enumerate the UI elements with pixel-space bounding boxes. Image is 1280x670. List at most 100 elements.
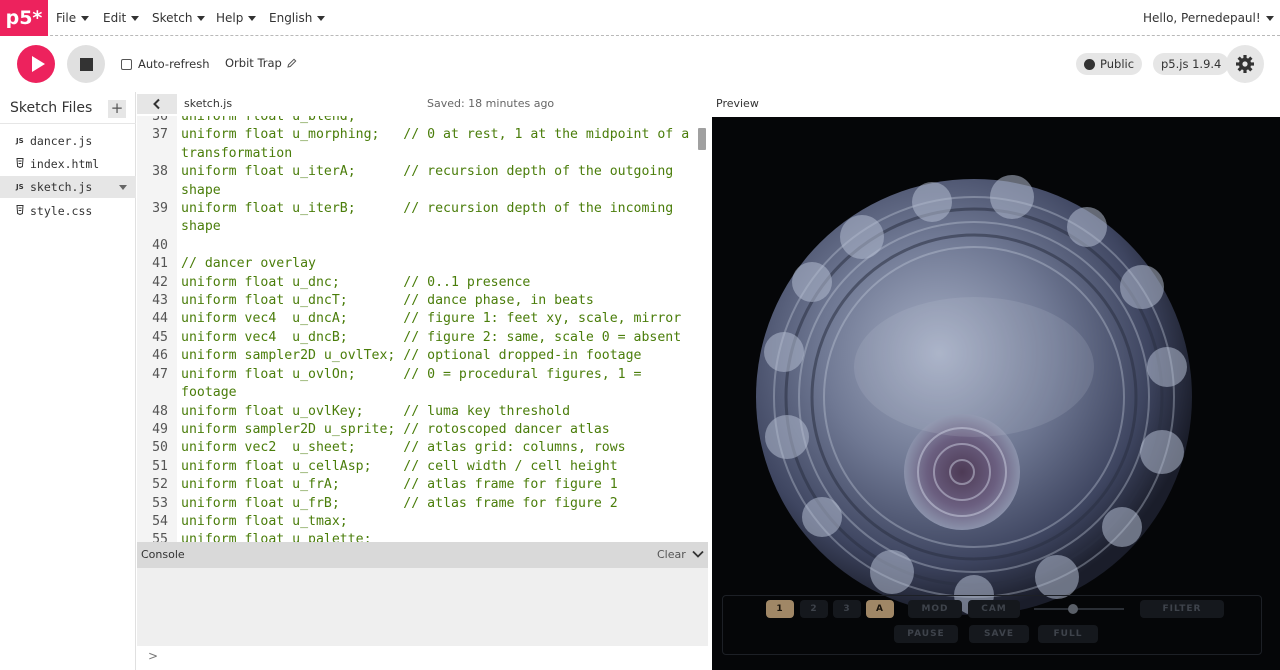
user-menu[interactable]: Hello, Pernedepaul! xyxy=(1143,0,1274,36)
code-text: uniform vec4 u_dncA; // figure 1: feet x… xyxy=(181,311,682,327)
sketch-name[interactable]: Orbit Trap xyxy=(225,56,298,70)
code-line[interactable]: 40 xyxy=(137,237,708,255)
preview-canvas[interactable]: 1 2 3 A MOD CAM FILTER PAUSE SAVE FULL xyxy=(712,117,1280,670)
chevron-down-icon xyxy=(1265,15,1274,21)
code-line[interactable]: 50 uniform vec2 u_sheet; // atlas grid: c… xyxy=(137,439,708,457)
code-line[interactable]: 43 uniform float u_dncT; // dance phase, … xyxy=(137,292,708,310)
code-line[interactable]: 39 uniform float u_iterB; // recursion de… xyxy=(137,200,708,237)
code-line[interactable]: 36 uniform float u_blend; xyxy=(137,116,708,126)
code-line[interactable]: 48 uniform float u_ovlKey; // luma key th… xyxy=(137,403,708,421)
gear-icon xyxy=(1236,55,1254,73)
line-number: 55 xyxy=(152,532,168,542)
hud-slider-track[interactable] xyxy=(1034,608,1124,610)
code-line[interactable]: 54 uniform float u_tmax; xyxy=(137,513,708,531)
code-text: uniform vec2 u_sheet; // atlas grid: col… xyxy=(181,440,626,456)
code-text: uniform float u_ovlKey; // luma key thre… xyxy=(181,403,571,419)
code-text: uniform float u_dncT; // dance phase, in… xyxy=(181,293,594,309)
code-line[interactable]: 49 uniform sampler2D u_sprite; // rotosco… xyxy=(137,421,708,439)
auto-refresh-toggle[interactable]: Auto-refresh xyxy=(121,57,210,71)
code-text: uniform float u_frB; // atlas frame for … xyxy=(181,495,618,511)
collapse-sidebar-button[interactable] xyxy=(137,94,177,114)
line-number: 52 xyxy=(152,477,168,493)
chevron-down-icon xyxy=(131,15,140,21)
menu-edit[interactable]: Edit xyxy=(103,0,140,36)
file-name: index.html xyxy=(30,157,100,171)
hud-button-filter[interactable]: FILTER xyxy=(1140,600,1224,618)
code-line[interactable]: 44 uniform vec4 u_dncA; // figure 1: feet… xyxy=(137,310,708,328)
line-number: 45 xyxy=(152,329,168,345)
code-text: uniform float u_palette; xyxy=(181,532,372,542)
line-number: 41 xyxy=(152,256,168,272)
code-text: uniform float u_blend; xyxy=(181,116,356,124)
line-number: 53 xyxy=(152,495,168,511)
line-number: 54 xyxy=(152,513,168,529)
hud-button-2[interactable]: 2 xyxy=(800,600,828,618)
menu-language[interactable]: English xyxy=(269,0,326,36)
editor-tab-name: sketch.js xyxy=(184,97,233,110)
code-line[interactable]: 45 uniform vec4 u_dncB; // figure 2: same… xyxy=(137,329,708,347)
code-line[interactable]: 37 uniform float u_morphing; // 0 at rest… xyxy=(137,126,708,163)
hud-slider-knob[interactable] xyxy=(1068,604,1078,614)
code-line[interactable]: 47 uniform float u_ovlOn; // 0 = procedur… xyxy=(137,366,708,403)
file-options-caret-icon[interactable] xyxy=(119,185,127,190)
file-item-sketch-js[interactable]: JS sketch.js xyxy=(0,176,136,198)
console-header: Console Clear xyxy=(137,542,708,568)
file-item-index-html[interactable]: index.html xyxy=(0,153,136,175)
hud-button-3[interactable]: 3 xyxy=(833,600,861,618)
hud-button-save[interactable]: SAVE xyxy=(969,625,1029,643)
line-number: 39 xyxy=(152,201,168,217)
hud-button-mod[interactable]: MOD xyxy=(908,600,962,618)
auto-refresh-checkbox[interactable] xyxy=(121,58,132,70)
code-line[interactable]: 46 uniform sampler2D u_ovlTex; // optiona… xyxy=(137,347,708,365)
menu-file[interactable]: File xyxy=(56,0,90,36)
play-button[interactable] xyxy=(17,45,55,83)
chevron-down-icon xyxy=(197,15,206,21)
visibility-toggle[interactable]: Public xyxy=(1076,53,1143,75)
code-text: uniform float u_tmax; xyxy=(181,513,348,529)
auto-refresh-label: Auto-refresh xyxy=(138,57,210,71)
stop-icon xyxy=(79,57,93,71)
settings-button[interactable] xyxy=(1226,45,1264,83)
file-item-dancer-js[interactable]: JS dancer.js xyxy=(0,130,136,152)
p5-logo[interactable]: p5* xyxy=(0,0,48,36)
menu-edit-label: Edit xyxy=(103,11,127,25)
version-selector[interactable]: p5.js 1.9.4 xyxy=(1153,53,1230,75)
console-output xyxy=(137,568,708,646)
console-clear-button[interactable]: Clear xyxy=(657,548,686,561)
hud-button-a[interactable]: A xyxy=(866,600,894,618)
sidebar-header: Sketch Files + xyxy=(0,92,136,124)
code-line[interactable]: 55 uniform float u_palette; xyxy=(137,531,708,542)
pencil-icon[interactable] xyxy=(286,57,298,69)
hud-button-1[interactable]: 1 xyxy=(766,600,794,618)
code-line[interactable]: 52 uniform float u_frA; // atlas frame fo… xyxy=(137,476,708,494)
chevron-down-icon[interactable] xyxy=(692,550,704,559)
file-name: style.css xyxy=(30,204,93,218)
code-line[interactable]: 53 uniform float u_frB; // atlas frame fo… xyxy=(137,495,708,513)
code-line[interactable]: 38 uniform float u_iterA; // recursion de… xyxy=(137,163,708,200)
chevron-down-icon xyxy=(81,15,90,21)
hud-button-full[interactable]: FULL xyxy=(1038,625,1098,643)
code-line[interactable]: 42 uniform float u_dnc; // 0..1 presence xyxy=(137,274,708,292)
fractal-render xyxy=(756,175,1192,615)
file-item-style-css[interactable]: style.css xyxy=(0,200,136,222)
line-number: 36 xyxy=(152,116,168,124)
editor-header: sketch.js Saved: 18 minutes ago xyxy=(137,92,708,116)
editor-scrollbar[interactable] xyxy=(698,128,706,150)
menu-sketch[interactable]: Sketch xyxy=(152,0,206,36)
globe-icon xyxy=(1084,58,1095,70)
menu-help[interactable]: Help xyxy=(216,0,257,36)
code-editor[interactable]: 36 uniform float u_blend; 37 uniform float … xyxy=(137,116,708,542)
code-line[interactable]: 51 uniform float u_cellAsp; // cell width… xyxy=(137,458,708,476)
play-icon xyxy=(31,56,45,72)
code-text: uniform float u_dnc; // 0..1 presence xyxy=(181,274,531,290)
code-line[interactable]: 41 // dancer overlay xyxy=(137,255,708,273)
stop-button[interactable] xyxy=(67,45,105,83)
hud-button-pause[interactable]: PAUSE xyxy=(894,625,958,643)
hud-button-cam[interactable]: CAM xyxy=(968,600,1020,618)
sketch-name-text: Orbit Trap xyxy=(225,56,282,70)
user-greeting: Hello, Pernedepaul! xyxy=(1143,11,1261,25)
chevron-down-icon xyxy=(317,15,326,21)
add-file-button[interactable]: + xyxy=(108,100,126,118)
console-input[interactable]: > xyxy=(137,646,708,670)
